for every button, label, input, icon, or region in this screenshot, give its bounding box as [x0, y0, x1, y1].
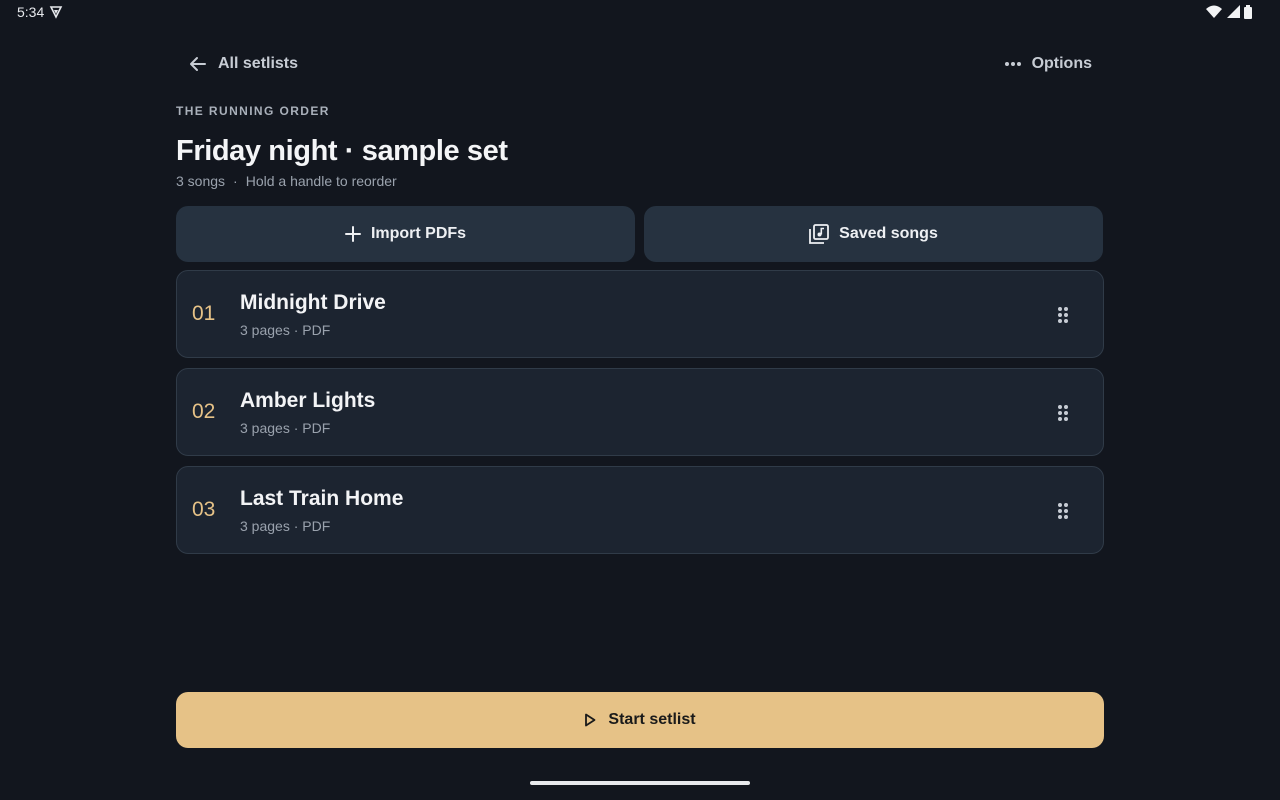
saved-songs-button[interactable]: Saved songs	[644, 206, 1103, 262]
song-list: 01 Midnight Drive 3 pages · PDF 02 Amber…	[176, 270, 1104, 564]
song-count: 3 songs	[176, 173, 226, 189]
wifi-icon	[1206, 5, 1222, 18]
song-title: Amber Lights	[240, 389, 376, 412]
subtitle-separator: ·	[233, 173, 238, 189]
play-icon	[585, 713, 596, 727]
plus-icon	[344, 226, 361, 242]
drag-handle-icon[interactable]	[1057, 306, 1069, 324]
status-icons	[1206, 5, 1252, 19]
song-title: Midnight Drive	[240, 291, 386, 314]
back-to-setlists-button[interactable]: All setlists	[188, 50, 298, 78]
page-title: Friday night · sample set	[176, 135, 508, 167]
section-eyebrow: THE RUNNING ORDER	[176, 104, 330, 118]
status-bar: 5:34	[0, 0, 1280, 24]
start-setlist-button[interactable]: Start setlist	[176, 692, 1104, 748]
import-pdfs-label: Import PDFs	[370, 225, 467, 242]
song-number: 03	[192, 498, 216, 521]
options-label: Options	[1031, 55, 1092, 72]
song-meta: 3 pages · PDF	[240, 420, 331, 436]
saved-songs-label: Saved songs	[839, 225, 938, 242]
arrow-left-icon	[190, 57, 206, 71]
song-row[interactable]: 03 Last Train Home 3 pages · PDF	[176, 466, 1104, 554]
song-row[interactable]: 02 Amber Lights 3 pages · PDF	[176, 368, 1104, 456]
song-meta: 3 pages · PDF	[240, 518, 331, 534]
home-indicator[interactable]	[530, 781, 750, 785]
status-time: 5:34	[17, 4, 45, 20]
song-meta: 3 pages · PDF	[240, 322, 331, 338]
reorder-hint: Hold a handle to reorder	[245, 173, 397, 189]
drag-handle-icon[interactable]	[1057, 502, 1069, 520]
song-title: Last Train Home	[240, 487, 404, 510]
page-subtitle: 3 songs · Hold a handle to reorder	[176, 173, 397, 189]
setlist-screen: 5:34 All setlists Options THE RUNNING OR…	[0, 0, 1280, 800]
vpn-shield-icon	[49, 6, 63, 19]
song-number: 02	[192, 400, 216, 423]
song-number: 01	[192, 302, 216, 325]
cell-signal-icon	[1227, 5, 1240, 18]
options-button[interactable]: Options	[1004, 50, 1092, 78]
start-setlist-label: Start setlist	[608, 711, 696, 728]
drag-handle-icon[interactable]	[1057, 404, 1069, 422]
music-library-icon	[809, 224, 830, 244]
song-row[interactable]: 01 Midnight Drive 3 pages · PDF	[176, 270, 1104, 358]
back-label: All setlists	[218, 55, 299, 72]
more-horizontal-icon	[1004, 62, 1021, 66]
battery-icon	[1244, 5, 1252, 19]
import-pdfs-button[interactable]: Import PDFs	[176, 206, 635, 262]
